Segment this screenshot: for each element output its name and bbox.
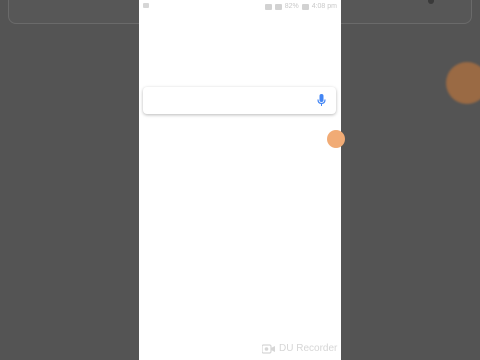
status-indicators: 82% 4:08 pm [264, 3, 337, 10]
battery-icon [301, 3, 309, 10]
status-time: 4:08 pm [311, 3, 337, 10]
phone-screen: 82% 4:08 pm [139, 0, 341, 360]
search-bar[interactable] [143, 87, 336, 114]
signal-icon [274, 3, 282, 10]
video-frame: 82% 4:08 pm DU Recorder [0, 0, 480, 360]
watermark-label: DU Recorder [279, 343, 338, 354]
notification-icon [143, 3, 149, 8]
floating-recorder-handle[interactable] [327, 130, 345, 148]
wifi-icon [264, 3, 272, 10]
mic-icon[interactable] [317, 94, 326, 107]
status-bar: 82% 4:08 pm [139, 0, 341, 14]
search-input[interactable] [151, 93, 311, 108]
video-camera-icon [262, 343, 275, 354]
recorder-watermark: DU Recorder [262, 343, 337, 354]
battery-percent: 82% [284, 3, 299, 10]
background-floating-button [446, 62, 480, 104]
